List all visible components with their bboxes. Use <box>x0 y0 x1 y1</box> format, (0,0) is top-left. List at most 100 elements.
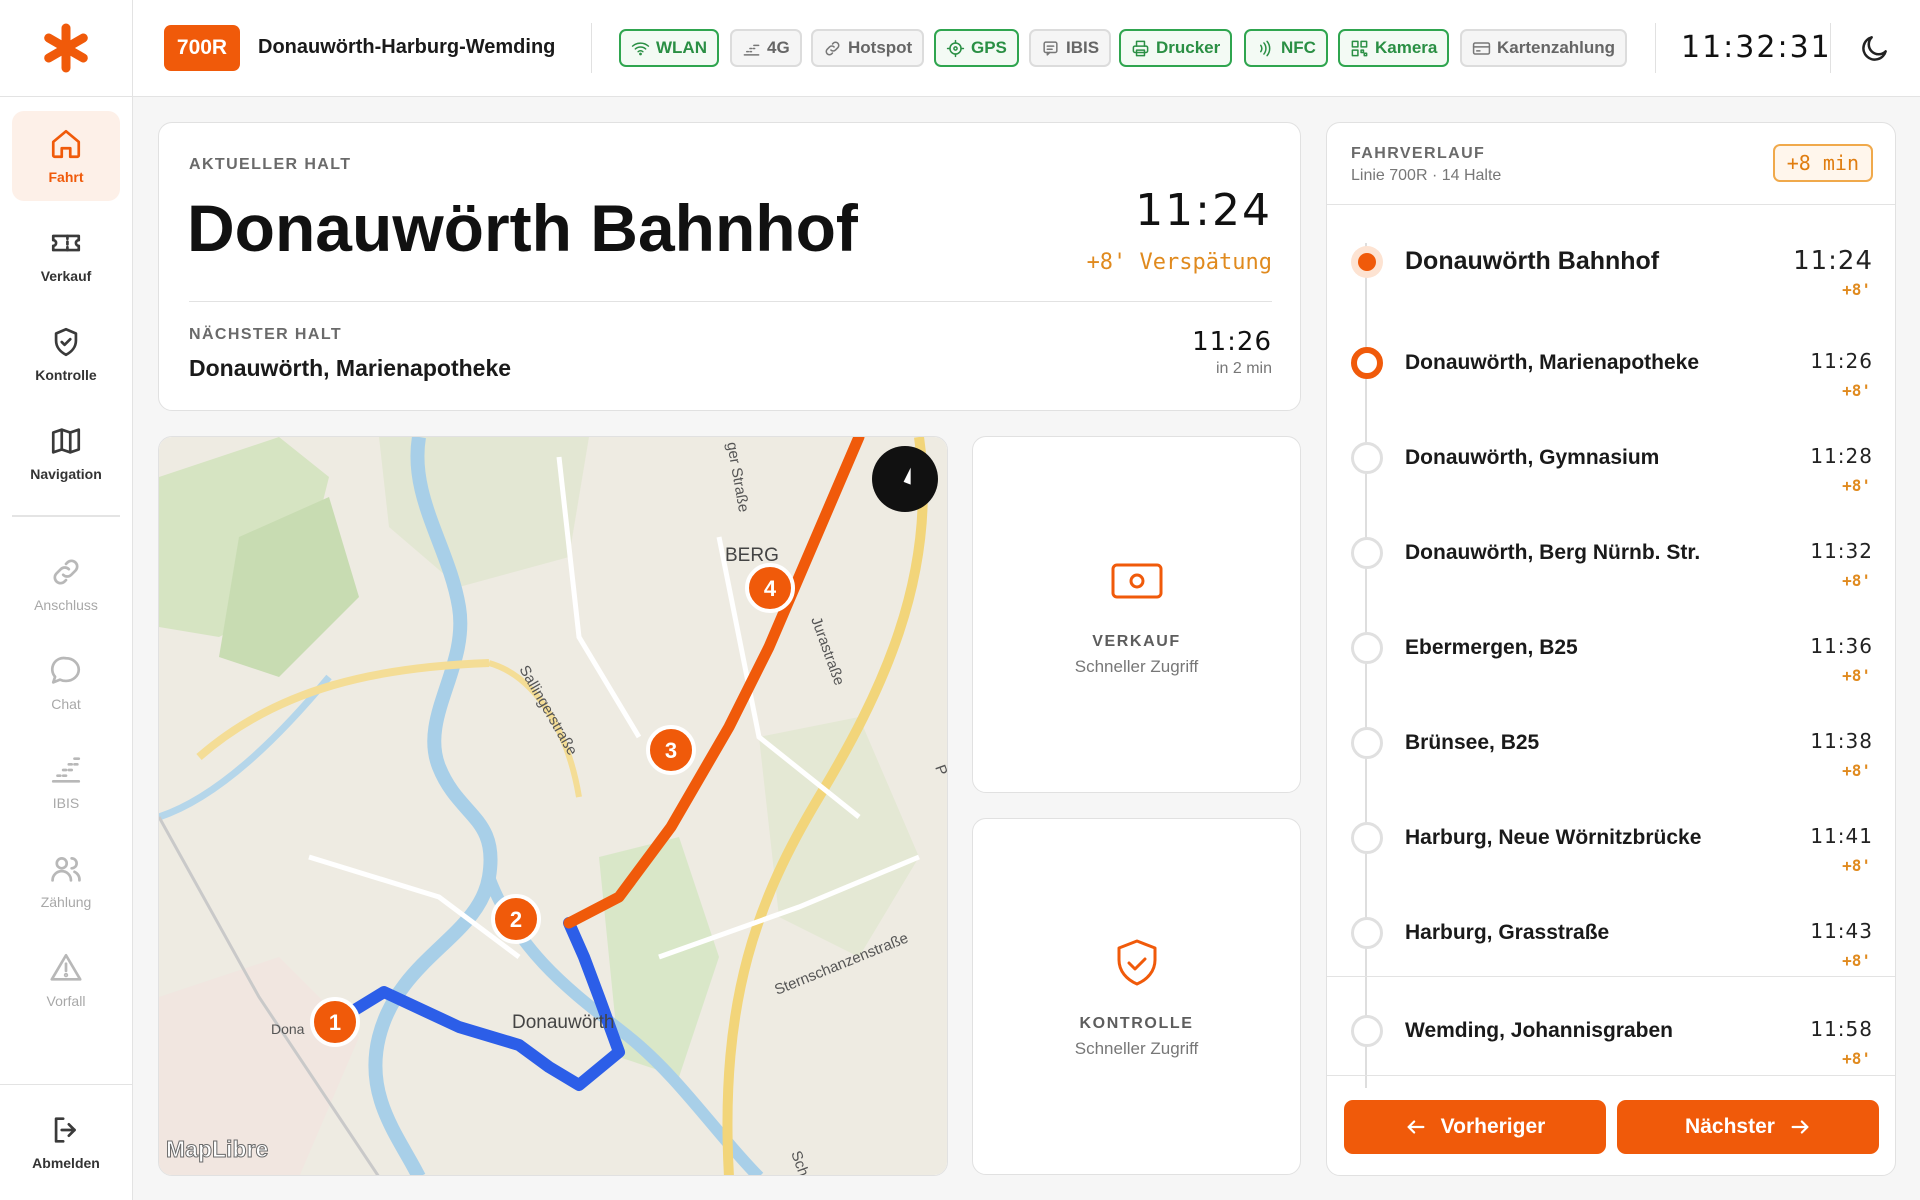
stop-time: 11:28 <box>1810 444 1873 468</box>
sidebar-item-anschluss[interactable]: Anschluss <box>12 539 120 629</box>
map-marker-label: 4 <box>764 576 777 601</box>
theme-toggle-button[interactable] <box>1855 28 1895 68</box>
stop-name: Donauwörth, Berg Nürnb. Str. <box>1405 541 1701 564</box>
stop-row[interactable]: Donauwörth, Gymnasium 11:28 +8' <box>1327 418 1895 512</box>
route-panel-footer: Vorheriger Nächster <box>1327 1075 1895 1175</box>
printer-icon <box>1132 40 1149 56</box>
map-icon <box>51 428 81 454</box>
sidebar: Fahrt Verkauf Kontrolle Navigation Ansch… <box>0 0 133 1200</box>
chat-icon <box>50 656 81 684</box>
sidebar-item-label: Verkauf <box>40 268 92 284</box>
quick-kontrolle-card[interactable]: KONTROLLE Schneller Zugriff <box>972 818 1301 1175</box>
map-marker-4[interactable]: 4 <box>745 563 795 613</box>
status-label: Kamera <box>1375 38 1438 57</box>
divider <box>189 301 1272 302</box>
divider <box>1327 976 1895 977</box>
stop-name: Donauwörth, Marienapotheke <box>1405 351 1700 374</box>
stop-delay: +8' <box>1842 280 1871 299</box>
sidebar-item-chat[interactable]: Chat <box>12 638 120 728</box>
stop-row[interactable]: Donauwörth Bahnhof 11:24 +8' <box>1327 222 1895 316</box>
status-ibis: IBIS <box>1029 29 1112 67</box>
stop-time: 11:41 <box>1810 824 1873 848</box>
stop-time: 11:43 <box>1810 919 1873 943</box>
sidebar-item-verkauf[interactable]: Verkauf <box>12 210 120 300</box>
top-bar: 700R Donauwörth-Harburg-Wemding WLAN 4G … <box>133 0 1920 97</box>
sidebar-item-zaehlung[interactable]: Zählung <box>12 836 120 926</box>
status-label: Drucker <box>1156 38 1221 57</box>
stop-delay: +8' <box>1842 1049 1871 1068</box>
map-label-donauwoerth: Donauwörth <box>512 1012 614 1033</box>
route-map[interactable]: BERG Donauwörth Dona Sallingerstraße Jur… <box>158 436 948 1176</box>
sidebar-divider <box>12 515 120 517</box>
sidebar-item-label: IBIS <box>52 795 80 811</box>
quick-verkauf-title: VERKAUF <box>1092 632 1181 650</box>
map-marker-label: 3 <box>665 738 677 763</box>
quick-kontrolle-subtitle: Schneller Zugriff <box>1074 1038 1199 1058</box>
stop-row[interactable]: Wemding, Johannisgraben 11:58 +8' <box>1327 991 1895 1085</box>
sidebar-item-fahrt[interactable]: Fahrt <box>12 111 120 201</box>
stop-name: Harburg, Neue Wörnitzbrücke <box>1405 826 1702 849</box>
route-panel-subtitle: Linie 700R · 14 Halte <box>1351 167 1502 184</box>
status-kamera: Kamera <box>1338 29 1450 67</box>
stop-row[interactable]: Harburg, Grasstraße 11:43 +8' <box>1327 893 1895 987</box>
stop-row[interactable]: Donauwörth, Berg Nürnb. Str. 11:32 +8' <box>1327 513 1895 607</box>
logout-button[interactable]: Abmelden <box>12 1097 120 1187</box>
status-label: Hotspot <box>848 38 913 57</box>
route-progress-panel: FAHRVERLAUF Linie 700R · 14 Halte +8 min… <box>1326 122 1896 1176</box>
link-icon <box>825 41 840 55</box>
map-marker-3[interactable]: 3 <box>646 725 696 775</box>
sidebar-item-navigation[interactable]: Navigation <box>12 408 120 498</box>
current-stop-name: Donauwörth Bahnhof <box>187 191 858 265</box>
line-badge: 700R <box>164 25 240 71</box>
next-stop-name: Donauwörth, Marienapotheke <box>189 355 512 381</box>
sidebar-item-label: Kontrolle <box>35 367 97 383</box>
sidebar-item-ibis[interactable]: IBIS <box>12 737 120 827</box>
stop-name: Brünsee, B25 <box>1405 731 1540 754</box>
current-stop-delay: +8' Verspätung <box>1086 250 1272 275</box>
stop-row[interactable]: Ebermergen, B25 11:36 +8' <box>1327 608 1895 702</box>
header-separator <box>1655 23 1656 73</box>
next-stop-button[interactable]: Nächster <box>1617 1100 1879 1154</box>
header-separator <box>591 23 592 73</box>
stop-time: 11:26 <box>1810 349 1873 373</box>
quick-verkauf-card[interactable]: VERKAUF Schneller Zugriff <box>972 436 1301 793</box>
stop-row[interactable]: Donauwörth, Marienapotheke 11:26 +8' <box>1327 323 1895 417</box>
status-label: NFC <box>1281 38 1316 57</box>
map-marker-1[interactable]: 1 <box>310 997 360 1047</box>
status-gps: GPS <box>934 29 1019 67</box>
map-marker-label: 2 <box>510 907 522 932</box>
ticket-icon <box>51 234 81 252</box>
stop-dot <box>1351 822 1383 854</box>
next-stop-button-label: Nächster <box>1685 1115 1775 1138</box>
arrow-left-icon <box>1407 1120 1425 1134</box>
maplibre-attribution[interactable]: MapLibre <box>165 1136 268 1163</box>
stop-time: 11:38 <box>1810 729 1873 753</box>
map-marker-2[interactable]: 2 <box>491 894 541 944</box>
stop-time: 11:36 <box>1810 634 1873 658</box>
stop-delay: +8' <box>1842 761 1871 780</box>
stop-dot-current <box>1351 246 1383 278</box>
status-label: IBIS <box>1066 38 1100 57</box>
previous-stop-button[interactable]: Vorheriger <box>1344 1100 1606 1154</box>
stop-row[interactable]: Harburg, Neue Wörnitzbrücke 11:41 +8' <box>1327 798 1895 892</box>
compass-button[interactable] <box>872 446 938 512</box>
sidebar-item-kontrolle[interactable]: Kontrolle <box>12 309 120 399</box>
status-nfc: NFC <box>1244 29 1328 67</box>
clock: 11:32:31 <box>1681 30 1832 65</box>
moon-icon <box>1862 36 1887 61</box>
route-panel-header: FAHRVERLAUF Linie 700R · 14 Halte +8 min <box>1327 123 1895 205</box>
alert-icon <box>50 953 82 981</box>
current-stop-card: AKTUELLER HALT Donauwörth Bahnhof 11:24 … <box>158 122 1301 411</box>
shield-check-icon <box>1117 939 1156 985</box>
sidebar-item-label: Chat <box>51 696 81 712</box>
status-hotspot: Hotspot <box>811 29 925 67</box>
stop-row[interactable]: Brünsee, B25 11:38 +8' <box>1327 703 1895 797</box>
stop-name: Harburg, Grasstraße <box>1405 921 1610 944</box>
sidebar-item-vorfall[interactable]: Vorfall <box>12 935 120 1025</box>
stop-dot <box>1351 727 1383 759</box>
status-label: GPS <box>971 38 1007 57</box>
route-name: Donauwörth-Harburg-Wemding <box>258 36 556 58</box>
logout-label: Abmelden <box>32 1155 100 1171</box>
stop-dot <box>1351 917 1383 949</box>
stop-dot <box>1351 632 1383 664</box>
